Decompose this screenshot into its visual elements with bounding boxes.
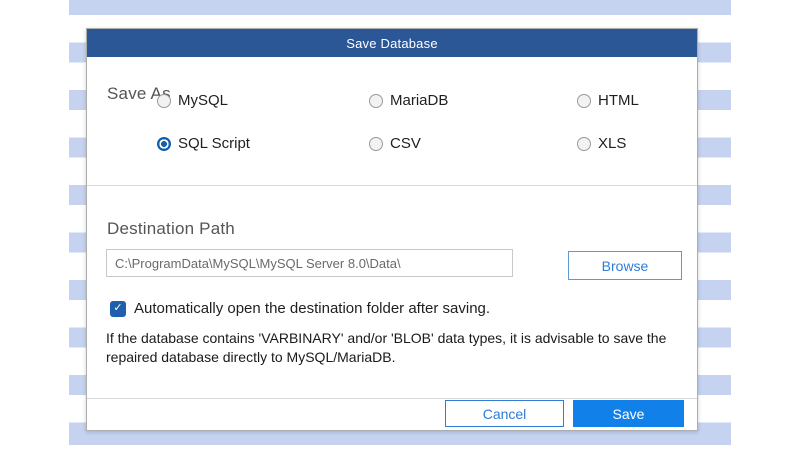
- dialog-titlebar[interactable]: Save Database: [87, 29, 697, 57]
- checkmark-icon: ✓: [113, 303, 122, 314]
- radio-button-mysql[interactable]: [157, 94, 171, 108]
- radio-label-xls: XLS: [598, 135, 626, 152]
- radio-label-html: HTML: [598, 92, 639, 109]
- radio-option-html[interactable]: HTML: [577, 92, 639, 109]
- dialog-title: Save Database: [346, 36, 438, 51]
- radio-option-mariadb[interactable]: MariaDB: [369, 92, 448, 109]
- browse-button[interactable]: Browse: [568, 251, 682, 280]
- radio-option-csv[interactable]: CSV: [369, 135, 421, 152]
- radio-button-csv[interactable]: [369, 137, 383, 151]
- radio-label-mariadb: MariaDB: [390, 92, 448, 109]
- save-database-dialog: Save Database Save As MySQL MariaDB HTML…: [86, 28, 698, 431]
- destination-path-input[interactable]: [106, 249, 513, 277]
- auto-open-label: Automatically open the destination folde…: [134, 300, 490, 317]
- radio-button-mariadb[interactable]: [369, 94, 383, 108]
- cancel-button[interactable]: Cancel: [445, 400, 564, 427]
- radio-label-csv: CSV: [390, 135, 421, 152]
- auto-open-checkbox[interactable]: ✓: [110, 301, 126, 317]
- radio-option-mysql[interactable]: MySQL: [157, 92, 228, 109]
- save-button[interactable]: Save: [573, 400, 684, 427]
- section-divider: [87, 185, 697, 186]
- radio-label-mysql: MySQL: [178, 92, 228, 109]
- radio-button-sql-script[interactable]: [157, 137, 171, 151]
- destination-path-heading: Destination Path: [107, 219, 235, 239]
- radio-option-xls[interactable]: XLS: [577, 135, 626, 152]
- varbinary-blob-note: If the database contains 'VARBINARY' and…: [106, 329, 706, 367]
- footer-divider: [87, 398, 697, 399]
- radio-label-sql-script: SQL Script: [178, 135, 250, 152]
- auto-open-row[interactable]: ✓ Automatically open the destination fol…: [110, 300, 490, 317]
- radio-button-xls[interactable]: [577, 137, 591, 151]
- radio-button-html[interactable]: [577, 94, 591, 108]
- radio-option-sql-script[interactable]: SQL Script: [157, 135, 250, 152]
